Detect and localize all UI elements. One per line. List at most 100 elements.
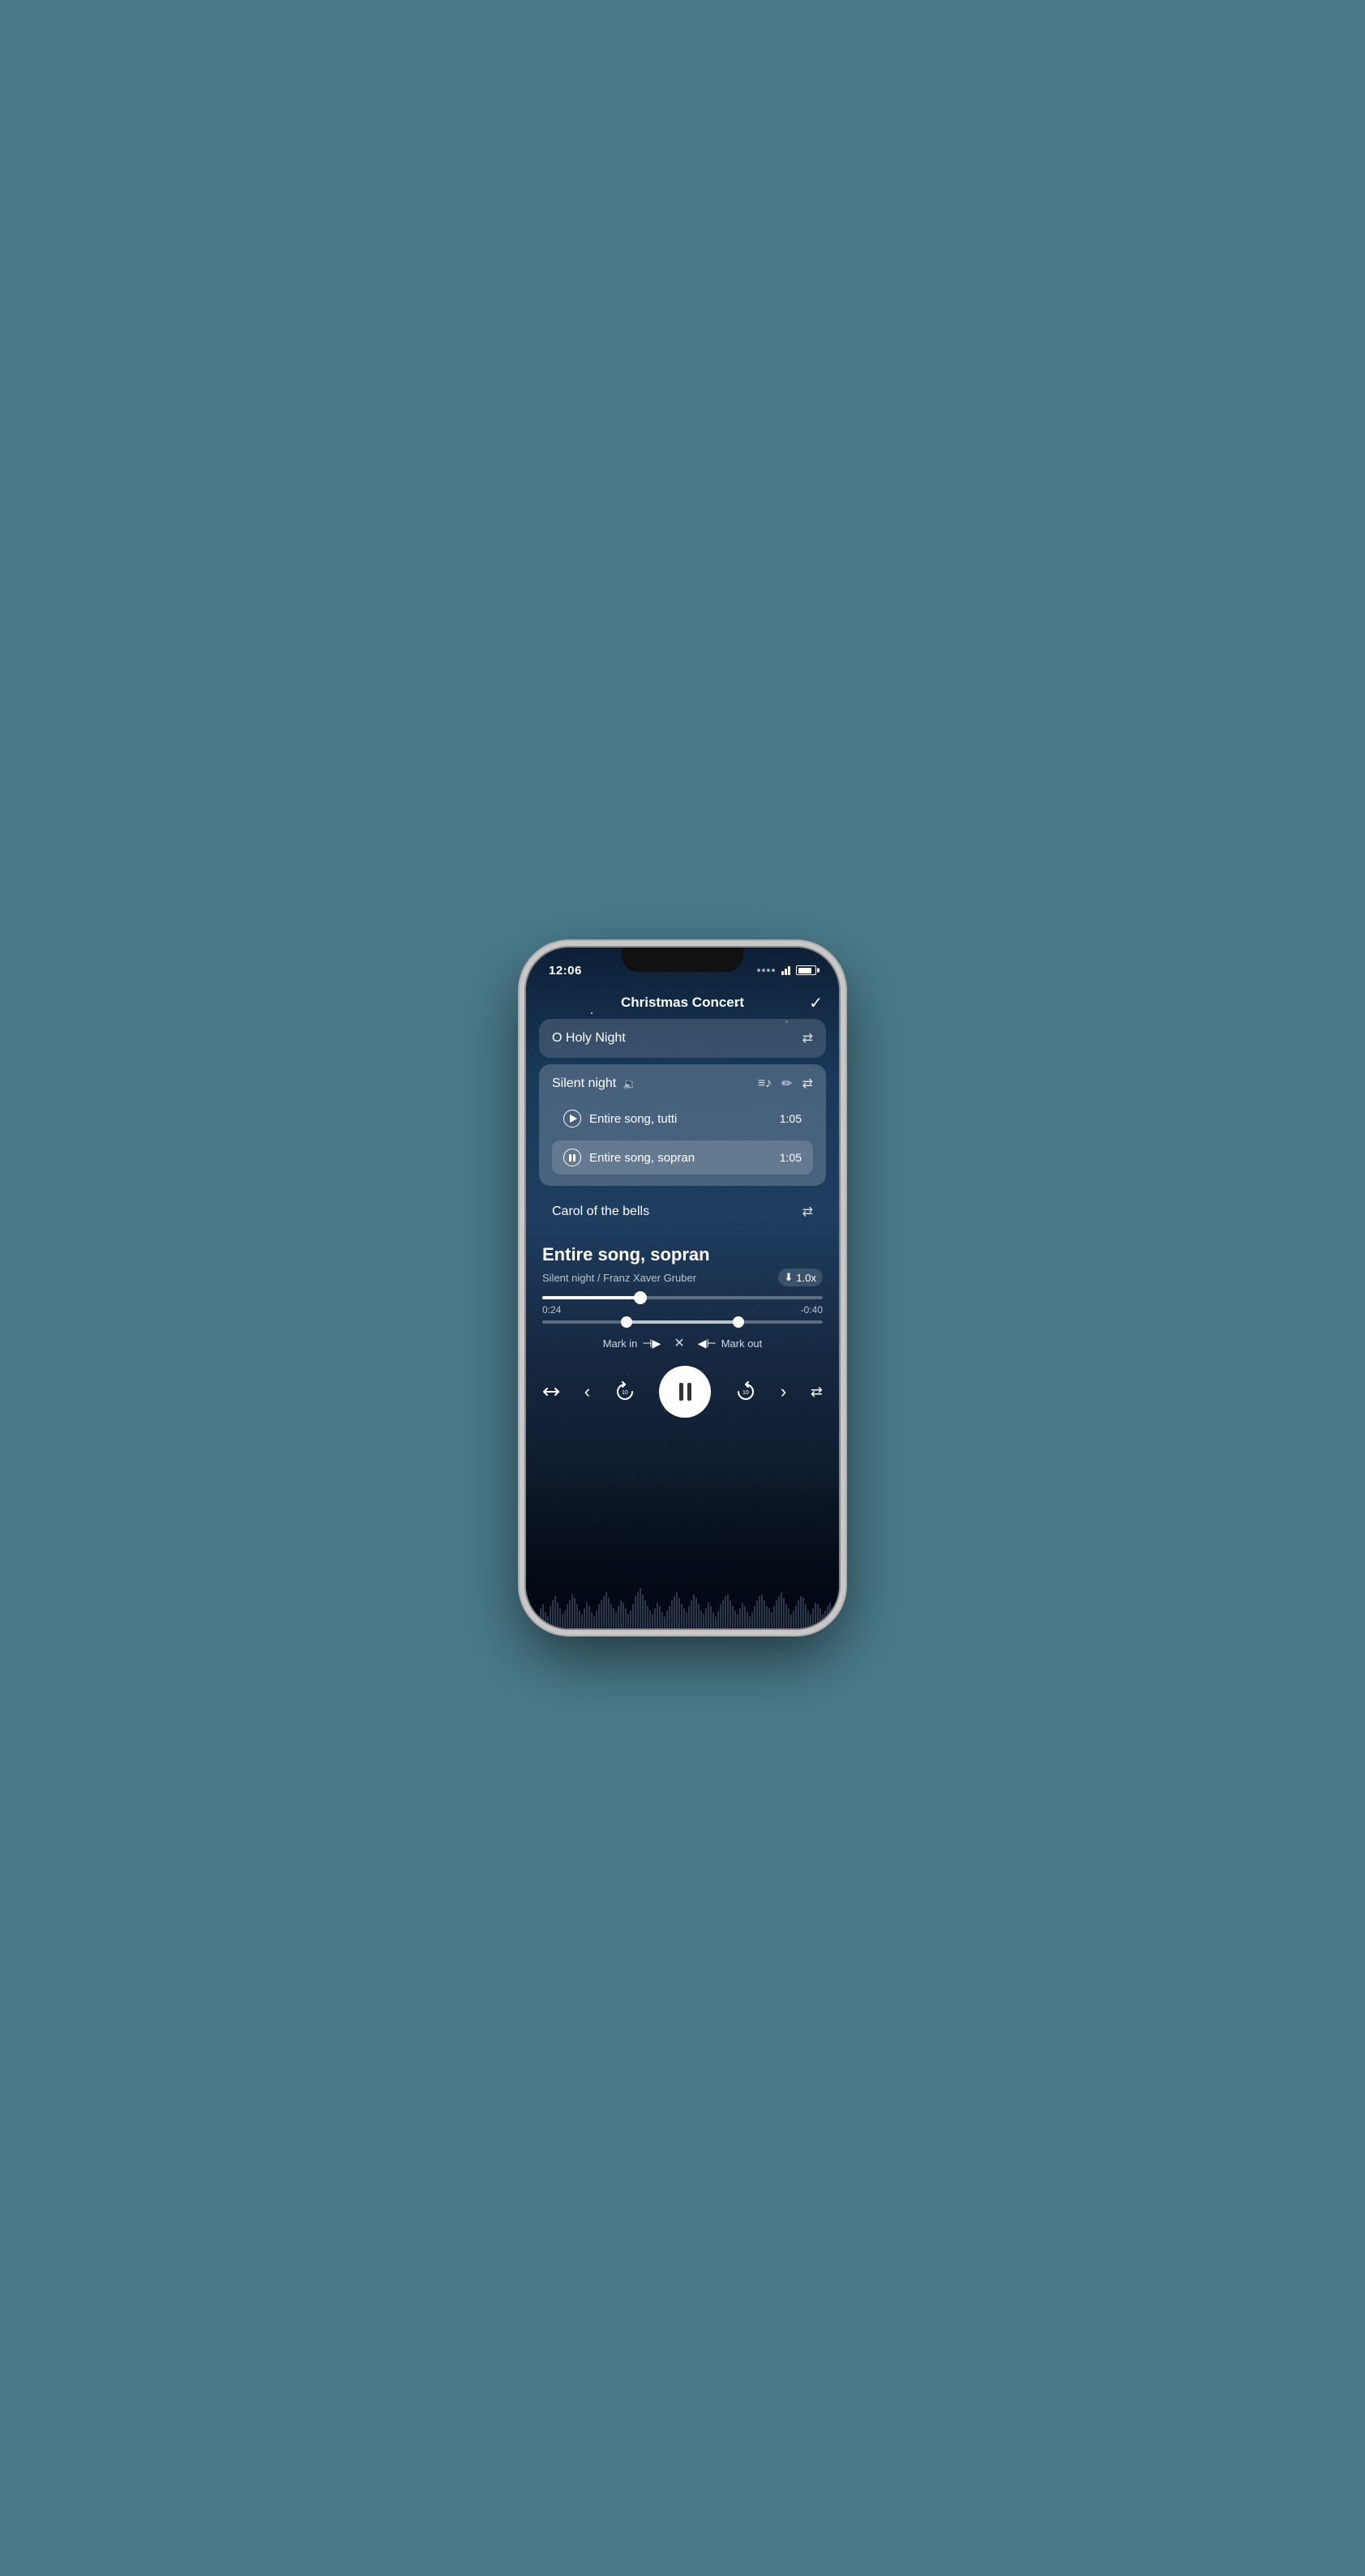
wave-bar	[661, 1612, 663, 1628]
wave-bar	[591, 1612, 593, 1628]
play-icon[interactable]	[563, 1110, 581, 1128]
replay-10-button[interactable]: 10	[614, 1381, 635, 1402]
screen: 12:06 Christmas Concert ✓	[526, 948, 839, 1628]
wave-bar	[676, 1592, 678, 1628]
wave-bar	[537, 1620, 539, 1628]
wave-bar	[669, 1606, 670, 1628]
wave-bar	[613, 1608, 614, 1628]
wave-bar	[744, 1606, 746, 1628]
wave-bar	[603, 1596, 605, 1628]
previous-button[interactable]: ‹	[584, 1381, 590, 1402]
forward-10-button[interactable]: 10	[735, 1381, 756, 1402]
queue-icon[interactable]: ≡♪	[758, 1076, 772, 1091]
mark-in-label: Mark in	[603, 1337, 638, 1350]
wave-bar	[708, 1603, 709, 1628]
track-list: Entire song, tutti 1:05 Entire song, sop…	[552, 1102, 813, 1175]
wave-bar	[807, 1611, 809, 1628]
svg-text:10: 10	[622, 1390, 628, 1396]
wave-bar	[545, 1612, 546, 1628]
remaining-time: -0:40	[801, 1304, 823, 1316]
chevron-down-icon[interactable]: ✓	[809, 993, 823, 1013]
wave-bar	[535, 1616, 537, 1628]
song-title-o-holy-night: O Holy Night	[552, 1031, 626, 1046]
volume-icon[interactable]: 🔉	[623, 1077, 636, 1091]
wave-bar	[712, 1612, 714, 1628]
wave-bar	[788, 1608, 789, 1628]
loop-start-thumb[interactable]	[621, 1316, 632, 1328]
wave-bar	[664, 1616, 665, 1628]
wave-bar	[610, 1604, 612, 1628]
repeat-icon[interactable]: ⇄	[802, 1030, 813, 1046]
wave-bar	[827, 1606, 828, 1628]
wave-bar	[647, 1606, 648, 1628]
wave-bar	[630, 1611, 631, 1628]
wave-bar	[766, 1606, 768, 1628]
track-name-tutti: Entire song, tutti	[589, 1112, 677, 1126]
repeat-icon-silent-night[interactable]: ⇄	[802, 1076, 813, 1092]
track-item-sopran[interactable]: Entire song, sopran 1:05	[552, 1140, 813, 1175]
wave-bar	[625, 1608, 627, 1628]
wave-bar	[601, 1600, 602, 1628]
wave-bar	[793, 1611, 794, 1628]
wave-bar	[837, 1619, 838, 1628]
clear-loop-button[interactable]: ✕	[674, 1335, 684, 1351]
wave-bar	[730, 1600, 731, 1628]
wave-bar	[817, 1604, 819, 1628]
fit-to-screen-button[interactable]	[542, 1383, 560, 1401]
wave-bar	[627, 1614, 629, 1628]
wave-bar	[618, 1606, 619, 1628]
mark-out-button[interactable]: ◀⊢ Mark out	[698, 1337, 763, 1350]
mark-in-button[interactable]: Mark in ⊣▶	[603, 1337, 661, 1350]
wave-bar	[640, 1588, 641, 1628]
edit-icon[interactable]: ✏	[781, 1076, 792, 1092]
pause-button[interactable]	[659, 1366, 711, 1418]
wave-bar	[802, 1598, 804, 1628]
song-item-right: ≡♪ ✏ ⇄	[758, 1076, 813, 1092]
song-item-carol[interactable]: Carol of the bells ⇄	[539, 1192, 826, 1231]
playback-controls: ‹ 10 10	[526, 1359, 839, 1426]
wave-bar	[722, 1600, 724, 1628]
progress-thumb[interactable]	[634, 1291, 647, 1304]
wave-bar	[698, 1604, 700, 1628]
repeat-icon-carol[interactable]: ⇄	[802, 1204, 813, 1220]
wave-bar	[635, 1596, 636, 1628]
mark-in-icon: ⊣▶	[642, 1337, 661, 1350]
speed-button[interactable]: ⬇ 1.0x	[778, 1269, 823, 1286]
song-item-header: O Holy Night ⇄	[552, 1030, 813, 1046]
wave-bar	[739, 1608, 741, 1628]
wave-bar	[754, 1606, 755, 1628]
wave-bar	[751, 1612, 753, 1628]
wave-bar	[778, 1596, 780, 1628]
repeat-button[interactable]: ⇄	[811, 1384, 823, 1401]
wave-bar	[615, 1612, 617, 1628]
wave-bar	[608, 1598, 610, 1628]
pause-icon[interactable]	[563, 1149, 581, 1166]
wave-bar	[815, 1603, 816, 1628]
current-time: 0:24	[542, 1304, 561, 1316]
battery-icon	[796, 965, 816, 975]
next-button[interactable]: ›	[781, 1381, 786, 1402]
wave-bar	[829, 1603, 831, 1628]
song-item-silent-night[interactable]: Silent night 🔉 ≡♪ ✏ ⇄	[539, 1064, 826, 1186]
now-playing-track: Entire song, sopran	[542, 1244, 823, 1265]
track-item-tutti[interactable]: Entire song, tutti 1:05	[552, 1102, 813, 1136]
status-time: 12:06	[549, 964, 582, 978]
loop-track[interactable]	[542, 1320, 823, 1324]
wave-bar	[686, 1612, 687, 1628]
status-icons	[757, 965, 816, 975]
wave-bar	[839, 1622, 840, 1628]
wave-bar	[720, 1604, 721, 1628]
song-item-o-holy-night[interactable]: O Holy Night ⇄	[539, 1019, 826, 1058]
progress-times: 0:24 -0:40	[542, 1304, 823, 1316]
loop-end-thumb[interactable]	[733, 1316, 744, 1328]
wave-bar	[742, 1603, 743, 1628]
wave-bar	[761, 1594, 763, 1628]
wave-bar	[584, 1608, 585, 1628]
wave-bar	[671, 1600, 673, 1628]
wave-bar	[824, 1611, 826, 1628]
wave-bar	[588, 1606, 590, 1628]
loop-fill	[627, 1320, 738, 1324]
progress-bar[interactable]	[542, 1296, 823, 1299]
wave-bar	[666, 1611, 668, 1628]
wave-bar	[776, 1600, 777, 1628]
